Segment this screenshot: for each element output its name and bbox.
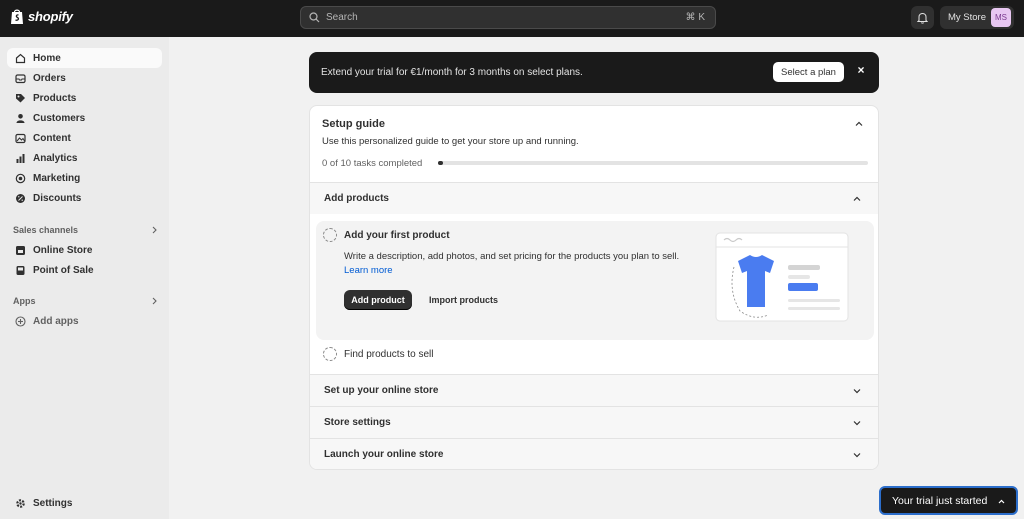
bar-chart-icon	[15, 153, 26, 164]
task-status-circle[interactable]	[323, 228, 337, 242]
sidebar-item-settings[interactable]: Settings	[7, 493, 162, 513]
sidebar-item-marketing[interactable]: Marketing	[7, 168, 162, 188]
progress-bar	[438, 161, 868, 165]
discount-icon	[15, 193, 26, 204]
task-title[interactable]: Add your first product	[344, 230, 450, 241]
select-plan-button[interactable]: Select a plan	[773, 62, 844, 82]
progress-fill	[438, 161, 443, 165]
sidebar-item-content[interactable]: Content	[7, 128, 162, 148]
sidebar-item-label: Home	[33, 52, 61, 64]
sidebar-item-label: Content	[33, 132, 71, 144]
setup-guide-card: Setup guide Use this personalized guide …	[309, 105, 879, 470]
pos-icon	[15, 265, 26, 276]
sales-channels-header[interactable]: Sales channels	[13, 225, 158, 235]
shopify-bag-icon	[11, 9, 23, 24]
store-icon	[15, 245, 26, 256]
inbox-icon	[15, 73, 26, 84]
import-products-button[interactable]: Import products	[429, 295, 498, 305]
task-status-circle[interactable]	[323, 347, 337, 361]
section-online-store[interactable]: Set up your online store	[310, 374, 878, 406]
sidebar-item-label: Online Store	[33, 244, 93, 256]
banner-text: Extend your trial for €1/month for 3 mon…	[321, 67, 583, 78]
sidebar-item-label: Products	[33, 92, 77, 104]
gear-icon	[15, 498, 26, 509]
chevron-up-icon	[853, 196, 861, 201]
task-description-text: Write a description, add photos, and set…	[344, 251, 680, 262]
sidebar-item-label: Point of Sale	[33, 264, 94, 276]
image-icon	[15, 133, 26, 144]
sidebar-item-label: Analytics	[33, 152, 78, 164]
section-label: Set up your online store	[324, 385, 439, 396]
section-store-settings[interactable]: Store settings	[310, 406, 878, 438]
sidebar: Home Orders Products Customers Content A…	[0, 37, 169, 519]
search-icon	[309, 12, 320, 23]
trial-banner: Extend your trial for €1/month for 3 mon…	[309, 52, 879, 93]
target-icon	[15, 173, 26, 184]
trial-label: Your trial just started	[892, 494, 988, 507]
chevron-down-icon	[853, 453, 861, 458]
store-menu-button[interactable]: My Store MS	[940, 6, 1014, 29]
setup-guide-subtitle: Use this personalized guide to get your …	[322, 136, 579, 147]
sidebar-item-customers[interactable]: Customers	[7, 108, 162, 128]
sales-channels-label: Sales channels	[13, 225, 79, 235]
setup-guide-title: Setup guide	[322, 118, 385, 130]
task-add-first-product: Add your first product Write a descripti…	[316, 221, 874, 340]
home-icon	[15, 53, 26, 64]
learn-more-link[interactable]: Learn more	[344, 265, 393, 276]
apps-label: Apps	[13, 296, 36, 306]
chevron-down-icon	[853, 421, 861, 426]
apps-header[interactable]: Apps	[13, 296, 158, 306]
sidebar-item-products[interactable]: Products	[7, 88, 162, 108]
sidebar-item-home[interactable]: Home	[7, 48, 162, 68]
progress-text: 0 of 10 tasks completed	[322, 158, 423, 169]
task-find-products[interactable]: Find products to sell	[344, 349, 434, 360]
section-label: Launch your online store	[324, 449, 444, 460]
search-input[interactable]: Search	[326, 12, 686, 23]
search-shortcut: ⌘ K	[685, 12, 705, 23]
sidebar-item-label: Customers	[33, 112, 86, 124]
search-bar[interactable]: Search ⌘ K	[300, 6, 716, 29]
add-product-button[interactable]: Add product	[344, 290, 412, 310]
shopify-logo[interactable]: shopify	[10, 8, 73, 25]
sidebar-item-label: Orders	[33, 72, 66, 84]
notifications-button[interactable]	[911, 6, 934, 29]
section-add-products[interactable]: Add products	[310, 182, 878, 214]
sidebar-item-label: Discounts	[33, 192, 82, 204]
sidebar-item-online-store[interactable]: Online Store	[7, 240, 162, 260]
top-bar: shopify Search ⌘ K My Store MS	[0, 0, 1024, 37]
chevron-down-icon	[853, 389, 861, 394]
sidebar-item-label: Marketing	[33, 172, 81, 184]
close-icon[interactable]: ×	[854, 63, 868, 77]
brand-name: shopify	[28, 9, 73, 24]
sidebar-item-label: Settings	[33, 497, 73, 509]
sidebar-item-label: Add apps	[33, 315, 79, 327]
chevron-up-icon[interactable]	[854, 119, 864, 129]
plus-circle-icon	[15, 315, 26, 327]
bell-icon	[917, 12, 928, 24]
sidebar-item-orders[interactable]: Orders	[7, 68, 162, 88]
sidebar-item-analytics[interactable]: Analytics	[7, 148, 162, 168]
task-description: Write a description, add photos, and set…	[344, 250, 684, 278]
chevron-right-icon	[152, 226, 157, 234]
sidebar-item-point-of-sale[interactable]: Point of Sale	[7, 260, 162, 280]
store-name: My Store	[948, 12, 987, 23]
product-illustration	[715, 232, 849, 322]
avatar: MS	[991, 8, 1011, 27]
sidebar-item-discounts[interactable]: Discounts	[7, 188, 162, 208]
tag-icon	[15, 93, 26, 104]
sidebar-item-add-apps[interactable]: Add apps	[7, 311, 162, 331]
section-launch-store[interactable]: Launch your online store	[310, 438, 878, 469]
chevron-up-icon	[998, 499, 1005, 504]
person-icon	[15, 113, 26, 124]
section-label: Add products	[324, 193, 389, 204]
trial-status-button[interactable]: Your trial just started	[879, 486, 1018, 515]
section-label: Store settings	[324, 417, 391, 428]
chevron-right-icon	[152, 297, 157, 305]
